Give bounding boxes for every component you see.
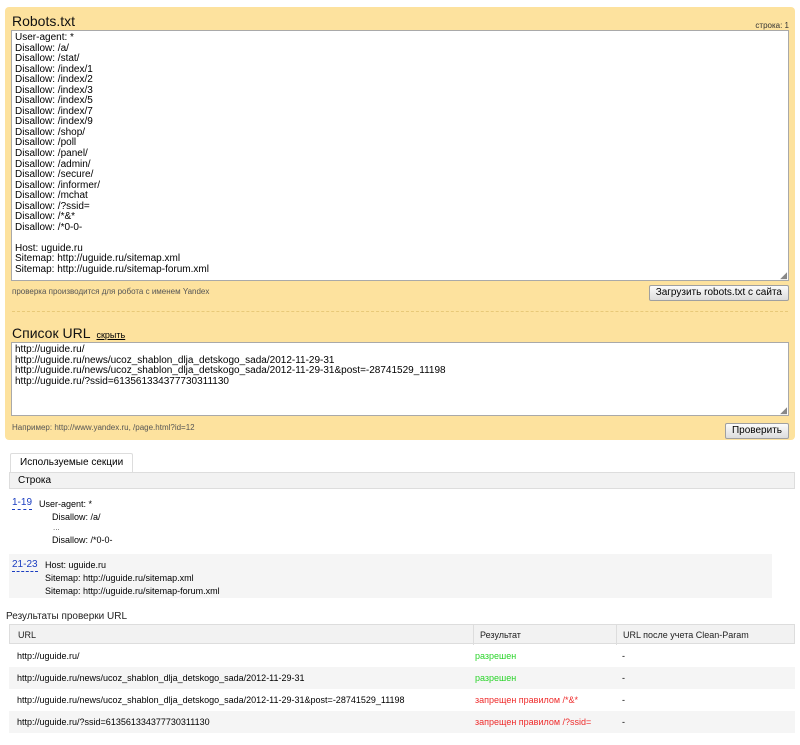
header-result: Результат (480, 630, 521, 640)
row-url: http://uguide.ru/?ssid=61356133437773031… (17, 717, 210, 727)
robot-name-note: проверка производится для робота с имене… (12, 287, 210, 296)
row-result: запрещен правилом /*&* (475, 695, 579, 705)
check-button[interactable]: Проверить (724, 423, 789, 439)
table-row: http://uguide.ru/news/ucoz_shablon_dlja_… (9, 689, 795, 711)
results-title: Результаты проверки URL (6, 611, 128, 622)
row-clean: - (622, 651, 625, 661)
table-row: http://uguide.ru/?ssid=61356133437773031… (9, 711, 795, 733)
robots-textarea[interactable] (11, 30, 789, 281)
url-list-title-text: Список URL (12, 325, 91, 341)
robots-title: Robots.txt (12, 13, 76, 29)
section-divider (12, 311, 788, 312)
section-line: Sitemap: http://uguide.ru/sitemap-forum.… (45, 586, 220, 596)
table-row: http://uguide.ru/news/ucoz_shablon_dlja_… (9, 667, 795, 689)
section-line: User-agent: * (39, 499, 93, 509)
load-robots-button[interactable]: Загрузить robots.txt с сайта (648, 285, 789, 301)
row-url: http://uguide.ru/ (17, 651, 80, 661)
column-divider (473, 625, 474, 645)
url-list-textarea[interactable] (11, 342, 789, 416)
row-result: разрешен (475, 651, 517, 661)
header-clean-param: URL после учета Clean-Param (623, 630, 749, 640)
section-block: 21-23 Host: uguide.ru Sitemap: http://ug… (9, 554, 772, 598)
row-url: http://uguide.ru/news/ucoz_shablon_dlja_… (17, 673, 305, 683)
row-url: http://uguide.ru/news/ucoz_shablon_dlja_… (17, 695, 405, 705)
section-line: Disallow: /*0-0- (52, 535, 113, 545)
section-range-link[interactable]: 21-23 (12, 559, 38, 572)
row-result: разрешен (475, 673, 517, 683)
row-clean: - (622, 695, 625, 705)
row-clean: - (622, 717, 625, 727)
header-url: URL (18, 630, 37, 640)
robots-check-form: Robots.txt строка: 1 ◢ проверка производ… (5, 7, 795, 440)
sections-column-header: Строка (9, 472, 795, 489)
section-ellipsis: ... (53, 523, 60, 532)
hide-link[interactable]: скрыть (96, 330, 125, 340)
section-line: Host: uguide.ru (45, 560, 107, 570)
results-header: URL Результат URL после учета Clean-Para… (9, 624, 795, 645)
section-range-link[interactable]: 1-19 (12, 497, 33, 510)
section-block: 1-19 User-agent: * Disallow: /a/ ... Dis… (9, 490, 772, 552)
section-line: Sitemap: http://uguide.ru/sitemap.xml (45, 573, 194, 583)
row-clean: - (622, 673, 625, 683)
line-counter: строка: 1 (755, 21, 789, 30)
table-row: http://uguide.ru/ разрешен - (9, 645, 795, 667)
url-example-note: Например: http://www.yandex.ru, /page.ht… (12, 423, 195, 432)
tab-used-sections[interactable]: Используемые секции (10, 453, 134, 472)
section-line: Disallow: /a/ (52, 512, 101, 522)
column-divider (616, 625, 617, 645)
url-list-title: Список URL скрыть (12, 325, 125, 341)
row-result: запрещен правилом /?ssid= (475, 717, 592, 727)
